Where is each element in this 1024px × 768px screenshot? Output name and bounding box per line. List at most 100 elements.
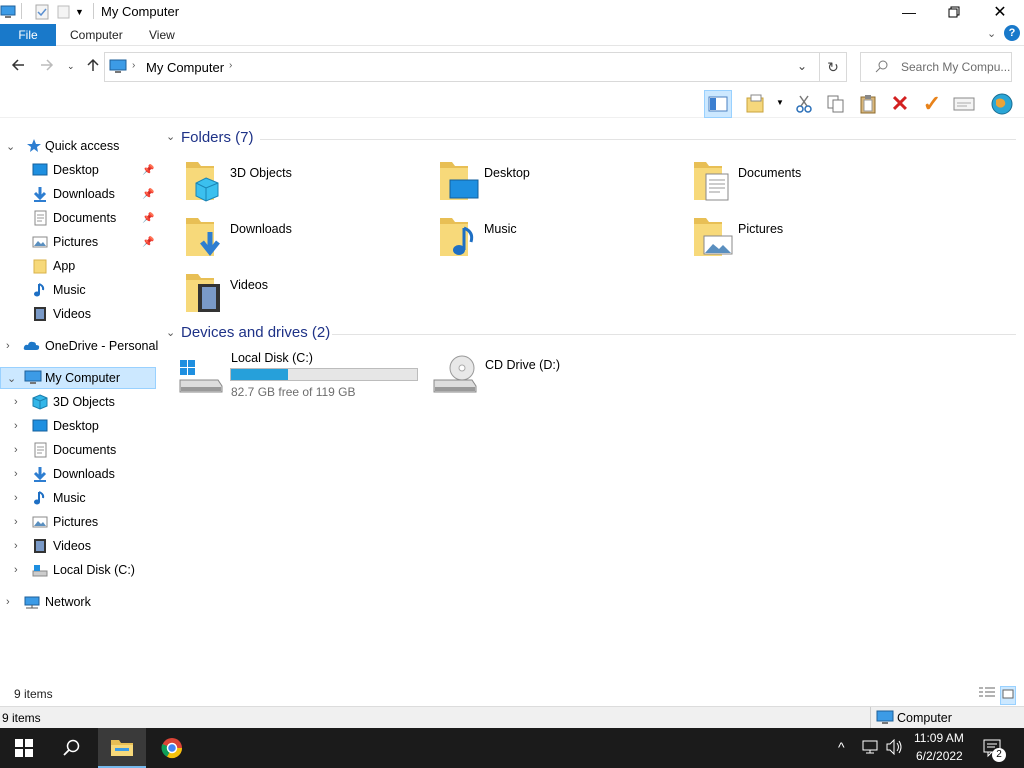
- collapse-chevron-icon[interactable]: ⌄: [166, 130, 175, 143]
- tab-view[interactable]: View: [149, 28, 175, 42]
- paste-icon[interactable]: [854, 90, 882, 118]
- clock-time[interactable]: 11:09 AM: [914, 731, 964, 745]
- window-title: My Computer: [101, 4, 180, 19]
- up-icon[interactable]: [86, 58, 100, 77]
- address-bar[interactable]: › My Computer › ⌄: [104, 52, 820, 82]
- search-button[interactable]: [48, 728, 96, 768]
- nav-onedrive[interactable]: › OneDrive - Personal: [0, 335, 159, 357]
- cut-icon[interactable]: [790, 90, 818, 118]
- collapse-chevron-icon[interactable]: ⌄: [166, 326, 175, 339]
- start-button[interactable]: [0, 728, 48, 768]
- nav-quick-desktop[interactable]: Desktop 📌: [0, 159, 156, 181]
- layout-icon[interactable]: [742, 90, 770, 118]
- recent-locations-icon[interactable]: ⌄: [67, 61, 75, 72]
- properties-icon[interactable]: [950, 90, 978, 118]
- download-icon: [32, 466, 48, 482]
- navigation-pane-icon[interactable]: [704, 90, 732, 118]
- minimize-icon[interactable]: —: [886, 0, 932, 24]
- nav-quick-music[interactable]: Music: [0, 279, 156, 301]
- volume-icon[interactable]: [886, 738, 904, 758]
- navigation-pane: ⌄ Quick access Desktop 📌 Downloads 📌 Doc…: [0, 126, 158, 686]
- search-input[interactable]: Search My Compu...: [860, 52, 1012, 82]
- nav-quick-downloads[interactable]: Downloads 📌: [0, 183, 156, 205]
- pin-icon[interactable]: 📌: [142, 237, 154, 248]
- properties-icon[interactable]: [34, 4, 50, 20]
- folder-desktop[interactable]: Desktop: [438, 156, 688, 208]
- refresh-button[interactable]: ↻: [819, 52, 847, 82]
- chevron-right-icon[interactable]: ›: [14, 420, 18, 432]
- picture-icon: [32, 234, 48, 250]
- layout-dropdown-icon[interactable]: ▼: [776, 98, 784, 107]
- customize-quick-access-icon[interactable]: ▼: [75, 7, 91, 23]
- close-icon[interactable]: ✕: [977, 0, 1023, 24]
- refresh-icon: ↻: [827, 58, 839, 75]
- nav-quick-videos[interactable]: Videos: [0, 303, 156, 325]
- chevron-down-icon[interactable]: ⌄: [7, 372, 16, 385]
- folder-music[interactable]: Music: [438, 212, 688, 264]
- restore-icon[interactable]: [931, 0, 977, 24]
- folder-downloads[interactable]: Downloads: [184, 212, 434, 264]
- chevron-down-icon[interactable]: ⌄: [6, 140, 15, 153]
- chevron-right-icon[interactable]: ›: [6, 596, 10, 608]
- network-status-icon[interactable]: [862, 739, 880, 758]
- nav-quick-app[interactable]: App: [0, 255, 156, 277]
- picture-icon: [32, 514, 48, 530]
- chevron-right-icon[interactable]: ›: [14, 396, 18, 408]
- nav-quick-documents[interactable]: Documents 📌: [0, 207, 156, 229]
- drive-free-space: 82.7 GB free of 119 GB: [231, 385, 356, 399]
- chevron-right-icon[interactable]: ›: [6, 340, 10, 352]
- forward-icon[interactable]: [40, 58, 54, 77]
- help-icon[interactable]: ?: [1004, 25, 1020, 41]
- file-explorer-task[interactable]: [98, 728, 146, 768]
- chevron-right-icon[interactable]: ›: [14, 468, 18, 480]
- nav-computer-downloads[interactable]: › Downloads: [0, 463, 156, 485]
- nav-quick-access[interactable]: ⌄ Quick access: [0, 135, 156, 157]
- windows-drive-icon: [178, 354, 224, 397]
- nav-quick-pictures[interactable]: Pictures 📌: [0, 231, 156, 253]
- nav-computer-videos[interactable]: › Videos: [0, 535, 156, 557]
- chevron-right-icon[interactable]: ›: [14, 492, 18, 504]
- chevron-right-icon[interactable]: ›: [14, 444, 18, 456]
- large-icons-view-icon[interactable]: [1000, 686, 1016, 705]
- drive-cd[interactable]: CD Drive (D:): [432, 348, 682, 404]
- chevron-right-icon[interactable]: ›: [14, 564, 18, 576]
- devices-group-header[interactable]: Devices and drives (2): [181, 324, 330, 341]
- show-hidden-icons-icon[interactable]: ^: [838, 739, 845, 755]
- nav-computer-3d-objects[interactable]: › 3D Objects: [0, 391, 156, 413]
- address-path[interactable]: My Computer: [146, 60, 224, 75]
- chevron-right-icon[interactable]: ›: [14, 540, 18, 552]
- tab-computer[interactable]: Computer: [70, 28, 123, 42]
- nav-my-computer[interactable]: ⌄ My Computer: [0, 367, 156, 389]
- nav-computer-desktop[interactable]: › Desktop: [0, 415, 156, 437]
- folder-3d-objects[interactable]: 3D Objects: [184, 156, 434, 208]
- folders-group-header[interactable]: Folders (7): [181, 129, 254, 146]
- nav-computer-documents[interactable]: › Documents: [0, 439, 156, 461]
- new-folder-quick-icon[interactable]: [56, 4, 72, 20]
- globe-icon[interactable]: [988, 90, 1016, 118]
- pin-icon[interactable]: 📌: [142, 213, 154, 224]
- rename-check-icon[interactable]: ✓: [918, 90, 946, 118]
- back-icon[interactable]: [11, 58, 25, 77]
- folder-documents[interactable]: Documents: [692, 156, 942, 208]
- chevron-right-icon[interactable]: ›: [132, 60, 135, 71]
- folder-pictures[interactable]: Pictures: [692, 212, 942, 264]
- nav-computer-pictures[interactable]: › Pictures: [0, 511, 156, 533]
- nav-network[interactable]: › Network: [0, 591, 156, 613]
- drive-local-disk[interactable]: Local Disk (C:) 82.7 GB free of 119 GB: [178, 348, 428, 404]
- address-dropdown-icon[interactable]: ⌄: [797, 59, 807, 73]
- expand-ribbon-icon[interactable]: ⌄: [987, 27, 996, 40]
- clock-date[interactable]: 6/2/2022: [916, 749, 963, 763]
- pin-icon[interactable]: 📌: [142, 165, 154, 176]
- nav-label: OneDrive - Personal: [45, 339, 159, 353]
- folder-videos[interactable]: Videos: [184, 268, 434, 320]
- chevron-right-icon[interactable]: ›: [14, 516, 18, 528]
- nav-computer-local-disk[interactable]: › Local Disk (C:): [0, 559, 156, 581]
- details-view-icon[interactable]: [978, 686, 996, 703]
- chevron-right-icon[interactable]: ›: [229, 60, 232, 71]
- copy-icon[interactable]: [822, 90, 850, 118]
- tab-file[interactable]: File: [0, 24, 56, 46]
- delete-icon[interactable]: ✕: [886, 90, 914, 118]
- chrome-task[interactable]: [148, 728, 196, 768]
- pin-icon[interactable]: 📌: [142, 189, 154, 200]
- nav-computer-music[interactable]: › Music: [0, 487, 156, 509]
